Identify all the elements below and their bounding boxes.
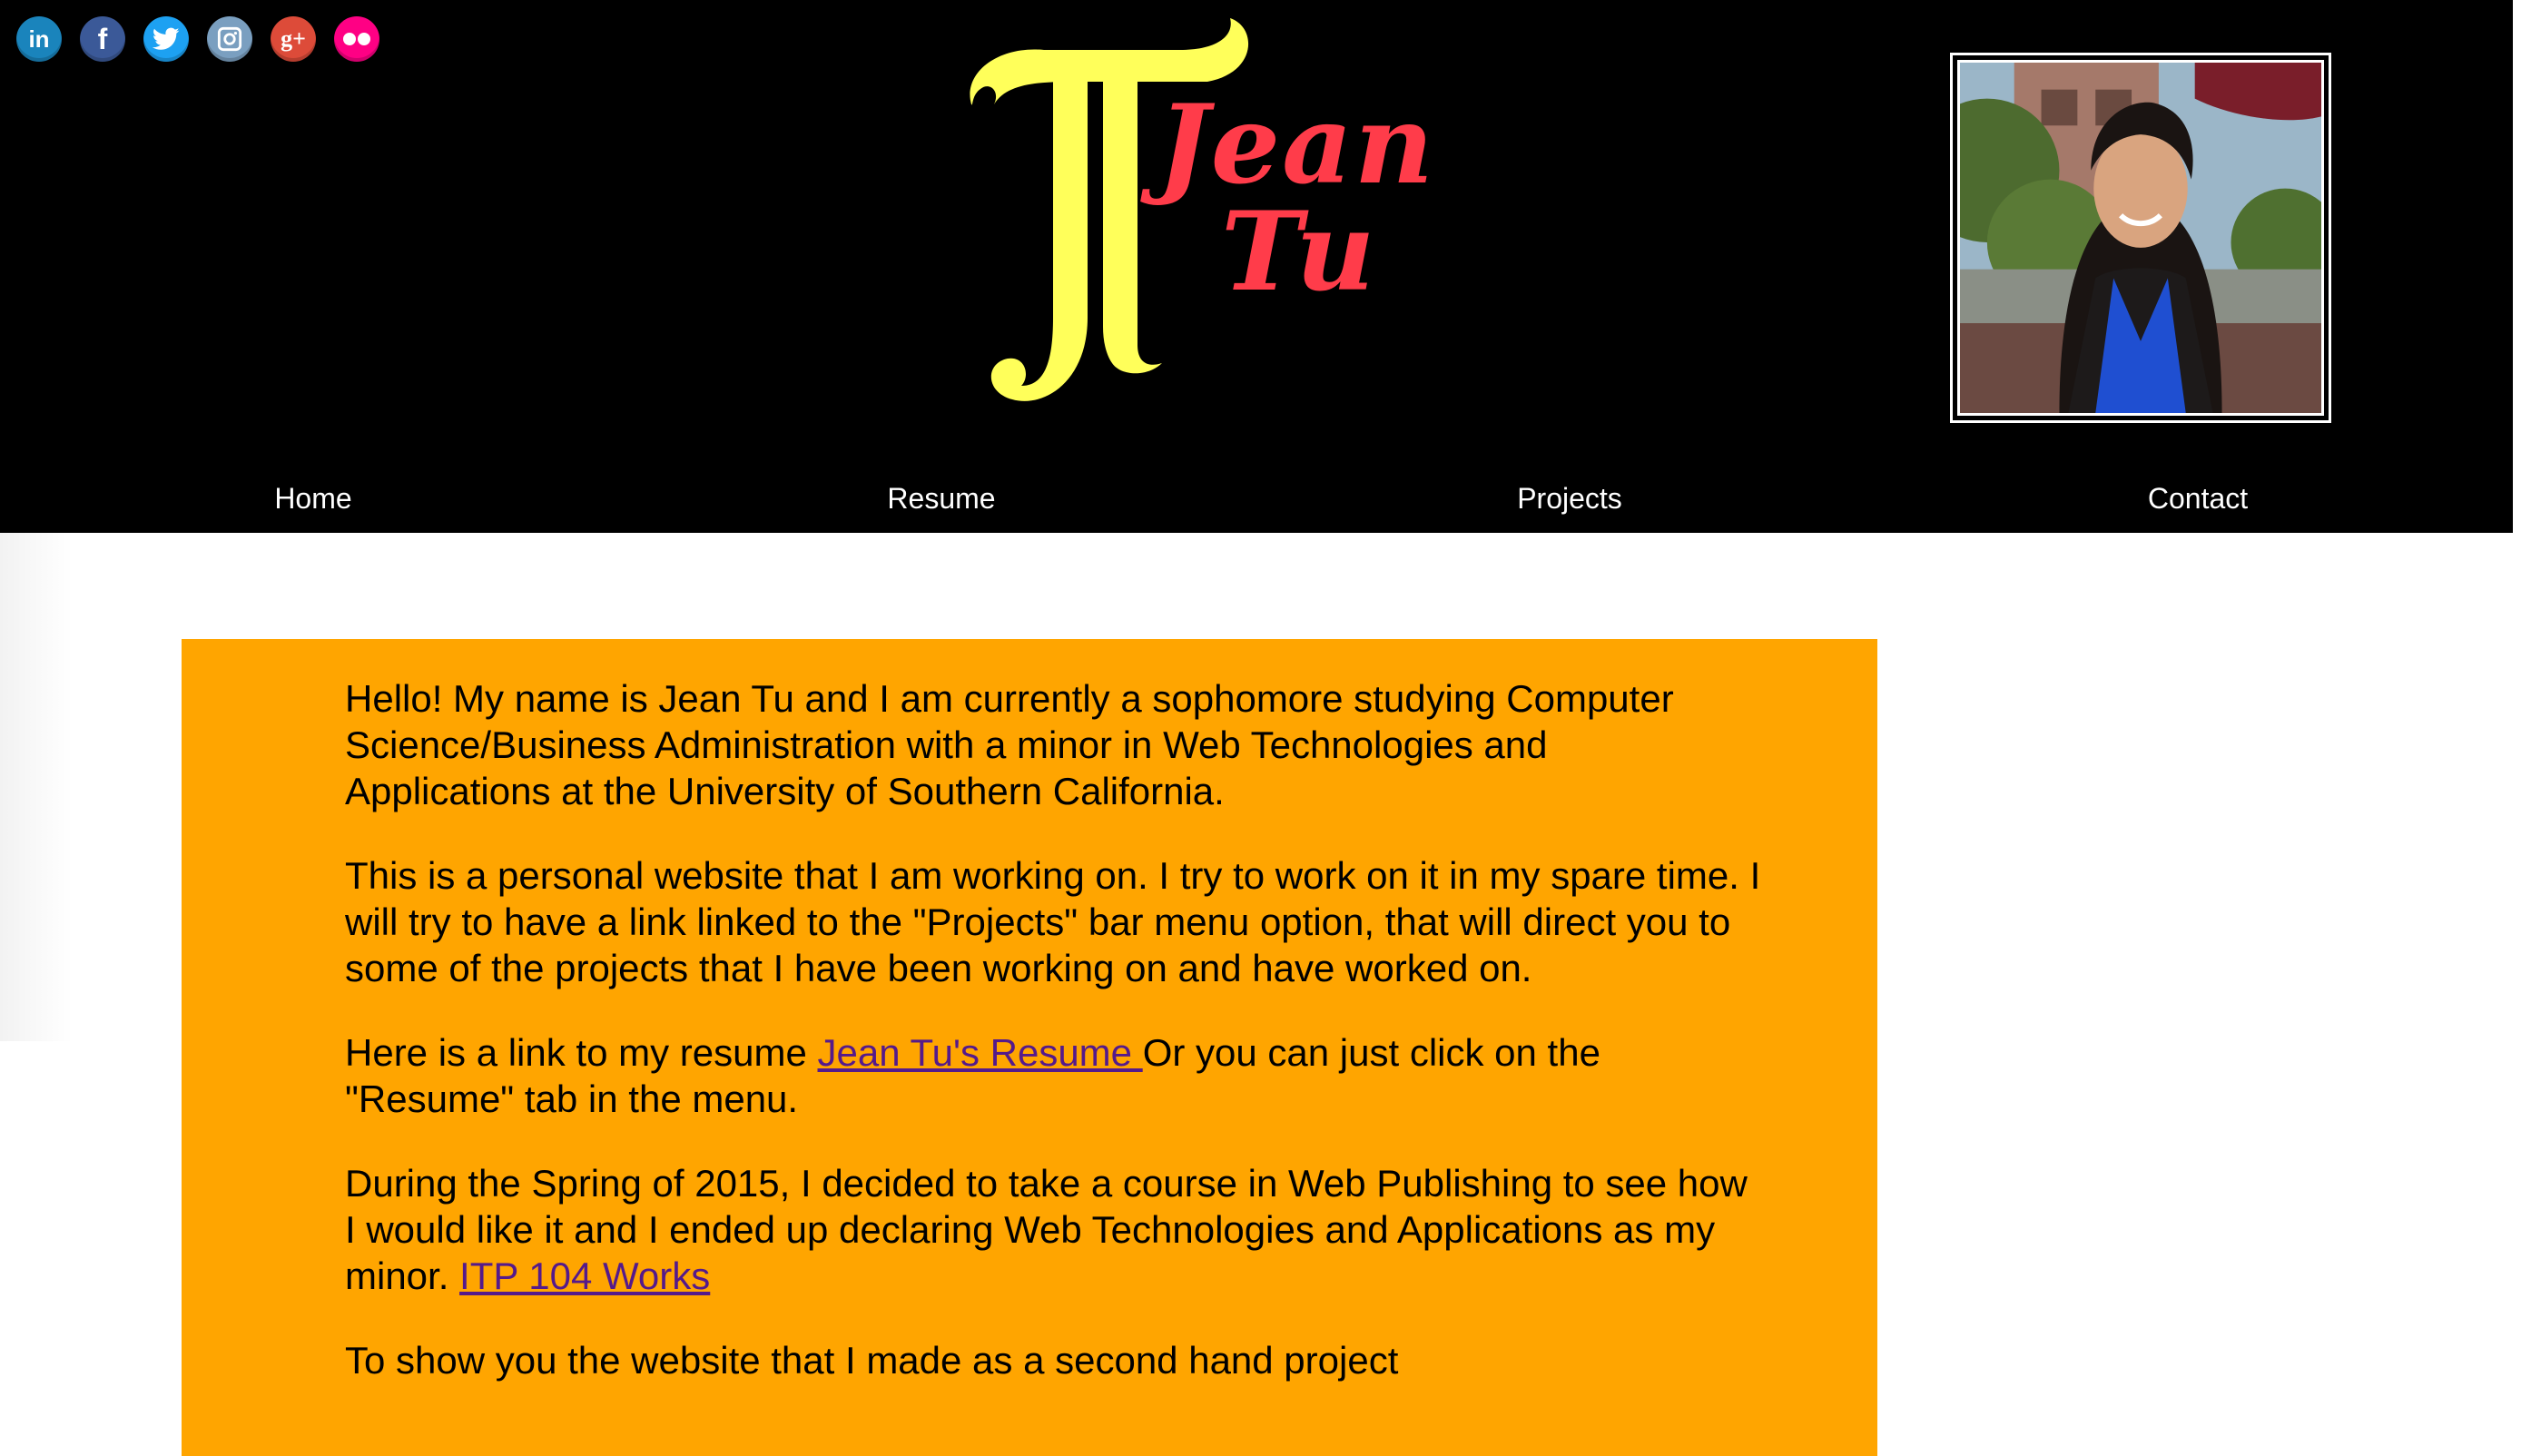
flickr-icon[interactable] (334, 16, 379, 62)
logo-last-name: Tu (1221, 188, 1379, 316)
intro-text: Hello! My name is Jean Tu and I am curre… (345, 675, 1761, 1422)
linkedin-glyph: in (28, 25, 50, 53)
instagram-icon[interactable] (207, 16, 252, 62)
google-plus-glyph: g+ (281, 25, 306, 52)
logo-first-name: Jean (1157, 81, 1436, 209)
profile-photo-image (1957, 60, 2324, 416)
site-header: in f g+ Jean Tu Home Resume Projects Con… (0, 0, 2513, 533)
intro-paragraph-2: This is a personal website that I am wor… (345, 854, 1761, 989)
intro-paragraph-4: During the Spring of 2015, I decided to … (345, 1160, 1761, 1299)
resume-text-before: Here is a link to my resume (345, 1031, 818, 1074)
intro-paragraph-1: Hello! My name is Jean Tu and I am curre… (345, 677, 1674, 812)
nav-item-resume[interactable]: Resume (760, 482, 1123, 516)
nav-item-contact[interactable]: Contact (2016, 482, 2379, 516)
itp104-works-link[interactable]: ITP 104 Works (459, 1254, 710, 1297)
profile-photo (1950, 53, 2331, 423)
intro-paragraph-3: Here is a link to my resume Jean Tu's Re… (345, 1029, 1761, 1122)
flickr-dots-shape (343, 33, 370, 45)
intro-panel: Hello! My name is Jean Tu and I am curre… (182, 639, 1877, 1456)
twitter-bird-shape (153, 27, 180, 50)
logo-name: Jean Tu (1157, 91, 1435, 307)
nav-item-home[interactable]: Home (132, 482, 495, 516)
instagram-camera-shape (217, 26, 242, 52)
linkedin-icon[interactable]: in (16, 16, 62, 62)
facebook-glyph: f (97, 22, 108, 55)
nav-item-projects[interactable]: Projects (1388, 482, 1751, 516)
main-nav: Home Resume Projects Contact (0, 477, 2513, 533)
social-links: in f g+ (16, 16, 379, 62)
profile-photo-illustration (1960, 63, 2321, 413)
intro-paragraph-5: To show you the website that I made as a… (345, 1339, 1399, 1382)
facebook-icon[interactable]: f (80, 16, 125, 62)
page-side-shadow (0, 533, 73, 1041)
resume-link[interactable]: Jean Tu's Resume (818, 1031, 1143, 1074)
twitter-icon[interactable] (143, 16, 189, 62)
google-plus-icon[interactable]: g+ (271, 16, 316, 62)
